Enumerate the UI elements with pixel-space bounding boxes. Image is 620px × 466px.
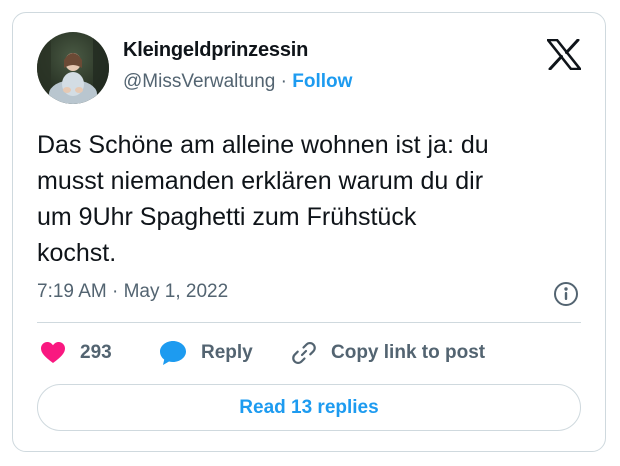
separator: ·: [280, 71, 287, 92]
tweet-date[interactable]: May 1, 2022: [124, 281, 229, 302]
follow-button[interactable]: Follow: [292, 71, 352, 92]
copy-link-label: Copy link to post: [331, 342, 486, 363]
like-button[interactable]: 293: [40, 339, 112, 367]
profile-photo-icon[interactable]: [37, 32, 109, 104]
divider: [37, 322, 581, 323]
copy-link-button[interactable]: Copy link to post: [291, 339, 485, 367]
tweet-card: Kleingeldprinzessin @MissVerwaltung · Fo…: [12, 12, 606, 452]
read-replies-label: Read 13 replies: [239, 396, 379, 418]
handle-row: @MissVerwaltung · Follow: [123, 71, 352, 93]
info-icon[interactable]: [553, 281, 579, 307]
handle[interactable]: @MissVerwaltung: [123, 71, 275, 92]
timestamp-row: 7:19 AM · May 1, 2022: [37, 281, 228, 303]
speech-bubble-icon: [160, 341, 186, 365]
tweet-time[interactable]: 7:19 AM: [37, 281, 107, 302]
x-logo-icon[interactable]: [546, 38, 582, 71]
link-icon: [292, 341, 316, 365]
read-replies-button[interactable]: Read 13 replies: [37, 384, 581, 431]
reply-button[interactable]: Reply: [159, 339, 253, 367]
tweet-text: Das Schöne am alleine wohnen ist ja: du …: [37, 131, 489, 267]
like-count: 293: [80, 342, 112, 363]
display-name[interactable]: Kleingeldprinzessin: [123, 39, 308, 62]
date-separator: ·: [112, 281, 119, 302]
reply-label: Reply: [201, 342, 253, 363]
heart-icon: [41, 342, 65, 363]
